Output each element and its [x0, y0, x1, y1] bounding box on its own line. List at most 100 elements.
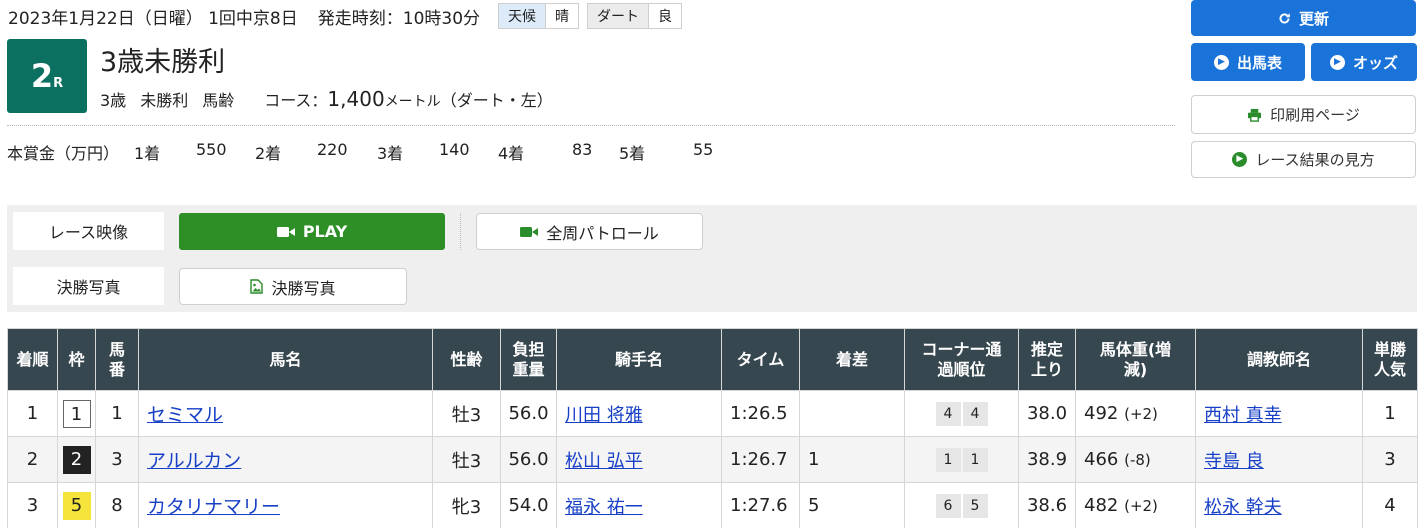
header-horse-number: 馬番 [95, 328, 139, 391]
divider [460, 213, 461, 250]
horse-name-link[interactable]: アルルカン [147, 450, 241, 472]
trainer-cell: 寺島 良 [1195, 436, 1363, 483]
weight-rule: 馬齢 [202, 91, 235, 110]
finish-place: 2 [7, 436, 58, 483]
media-panel: レース映像 PLAY 全周パトロール 決勝写真 決勝写真 [7, 205, 1417, 312]
weather-value: 晴 [545, 4, 579, 28]
body-weight-cell: 482 (+2) [1075, 482, 1196, 528]
entries-button[interactable]: ▶ 出馬表 [1191, 43, 1305, 81]
header-body-weight: 馬体重(増減) [1075, 328, 1196, 391]
chevron-circle-icon: ▶ [1329, 54, 1345, 70]
header-waku: 枠 [57, 328, 96, 391]
header-jockey: 騎手名 [556, 328, 722, 391]
prize-amount-3: 140 [439, 140, 470, 159]
last-3f: 38.9 [1018, 436, 1076, 483]
carried-weight: 56.0 [500, 390, 557, 437]
odds-label: オッズ [1352, 53, 1398, 72]
margin: 5 [799, 482, 905, 528]
photo-finish-button-label: 決勝写真 [271, 278, 336, 298]
race-title: 3歳未勝利 [100, 47, 226, 78]
finish-place: 1 [7, 390, 58, 437]
finish-place: 3 [7, 482, 58, 528]
divider [7, 125, 1175, 126]
horse-name-cell: カタリナマリー [138, 482, 433, 528]
jockey-cell: 川田 将雅 [556, 390, 722, 437]
jockey-link[interactable]: 松山 弘平 [565, 451, 643, 472]
popularity: 4 [1362, 482, 1418, 528]
patrol-video-label: 全周パトロール [546, 223, 659, 243]
corner-position: 1 [962, 447, 988, 472]
prize-amount-5: 55 [693, 140, 714, 159]
race-number-tile: 2 R [7, 39, 87, 113]
race-number: 2 [30, 57, 54, 95]
popularity: 3 [1362, 436, 1418, 483]
table-row: 1 1 1 セミマル 牡3 56.0 川田 将雅 1:26.5 44 38.0 … [7, 390, 1418, 437]
corner-position: 6 [935, 493, 961, 518]
prize-place-4: 4着 [498, 144, 525, 163]
horse-name-link[interactable]: セミマル [147, 404, 223, 426]
trainer-link[interactable]: 寺島 良 [1204, 451, 1264, 472]
chevron-circle-icon: ▶ [1213, 54, 1229, 70]
weather-badge: 天候 晴 [498, 3, 580, 29]
printer-icon [1247, 108, 1262, 122]
header-margin: 着差 [799, 328, 905, 391]
print-page-button[interactable]: 印刷用ページ [1191, 95, 1416, 134]
trainer-cell: 西村 真幸 [1195, 390, 1363, 437]
prize-place-3: 3着 [377, 144, 404, 163]
play-button[interactable]: PLAY [179, 213, 445, 250]
race-date: 2023年1月22日（日曜） 1回中京8日 [8, 8, 298, 29]
body-weight-cell: 466 (-8) [1075, 436, 1196, 483]
carried-weight: 54.0 [500, 482, 557, 528]
refresh-button[interactable]: 更新 [1191, 0, 1416, 36]
track-condition-value: 良 [648, 4, 682, 28]
refresh-label: 更新 [1298, 9, 1329, 28]
popularity: 1 [1362, 390, 1418, 437]
prize-amount-4: 83 [572, 140, 593, 159]
video-camera-icon [276, 226, 295, 238]
class-condition: 未勝利 [140, 91, 189, 110]
corner-position: 4 [935, 401, 961, 426]
distance-unit: メートル [384, 94, 441, 110]
horse-name-cell: セミマル [138, 390, 433, 437]
jockey-link[interactable]: 福永 祐一 [565, 497, 643, 518]
patrol-video-button[interactable]: 全周パトロール [476, 213, 703, 250]
race-number-suffix: R [53, 75, 64, 91]
trainer-link[interactable]: 松永 幹夫 [1204, 497, 1282, 518]
sex-age: 牡3 [432, 436, 501, 483]
waku-cell: 2 [57, 436, 96, 483]
sex-age: 牡3 [432, 390, 501, 437]
last-3f: 38.0 [1018, 390, 1076, 437]
trainer-link[interactable]: 西村 真幸 [1204, 405, 1282, 426]
weather-label: 天候 [499, 4, 546, 28]
chevron-circle-icon: ▶ [1232, 152, 1248, 167]
waku-badge: 5 [62, 491, 91, 520]
waku-badge: 2 [62, 445, 91, 474]
header-trainer: 調教師名 [1195, 328, 1363, 391]
body-weight: 482 [1084, 495, 1119, 516]
odds-button[interactable]: ▶ オッズ [1311, 43, 1417, 81]
prize-amount-2: 220 [317, 140, 348, 159]
course-label: コース： [264, 91, 328, 110]
trainer-cell: 松永 幹夫 [1195, 482, 1363, 528]
corner-position: 1 [935, 447, 961, 472]
header-corner-order: コーナー通過順位 [904, 328, 1019, 391]
waku-cell: 1 [57, 390, 96, 437]
header-carried-weight: 負担重量 [500, 328, 557, 391]
header-place: 着順 [7, 328, 58, 391]
prize-place-5: 5着 [619, 144, 646, 163]
result-guide-button[interactable]: ▶ レース結果の見方 [1191, 141, 1416, 178]
prize-label: 本賞金（万円） [7, 144, 120, 163]
jockey-cell: 福永 祐一 [556, 482, 722, 528]
margin: 1 [799, 436, 905, 483]
prize-amount-1: 550 [196, 140, 227, 159]
waku-badge: 1 [62, 399, 91, 428]
body-weight-diff: (+2) [1124, 405, 1158, 423]
age-condition: 3歳 [100, 91, 127, 110]
photo-finish-button[interactable]: 決勝写真 [179, 268, 407, 305]
play-label: PLAY [302, 222, 348, 241]
jockey-link[interactable]: 川田 将雅 [565, 405, 643, 426]
horse-name-link[interactable]: カタリナマリー [147, 496, 280, 518]
horse-name-cell: アルルカン [138, 436, 433, 483]
body-weight-diff: (+2) [1124, 497, 1158, 515]
margin [799, 390, 905, 437]
